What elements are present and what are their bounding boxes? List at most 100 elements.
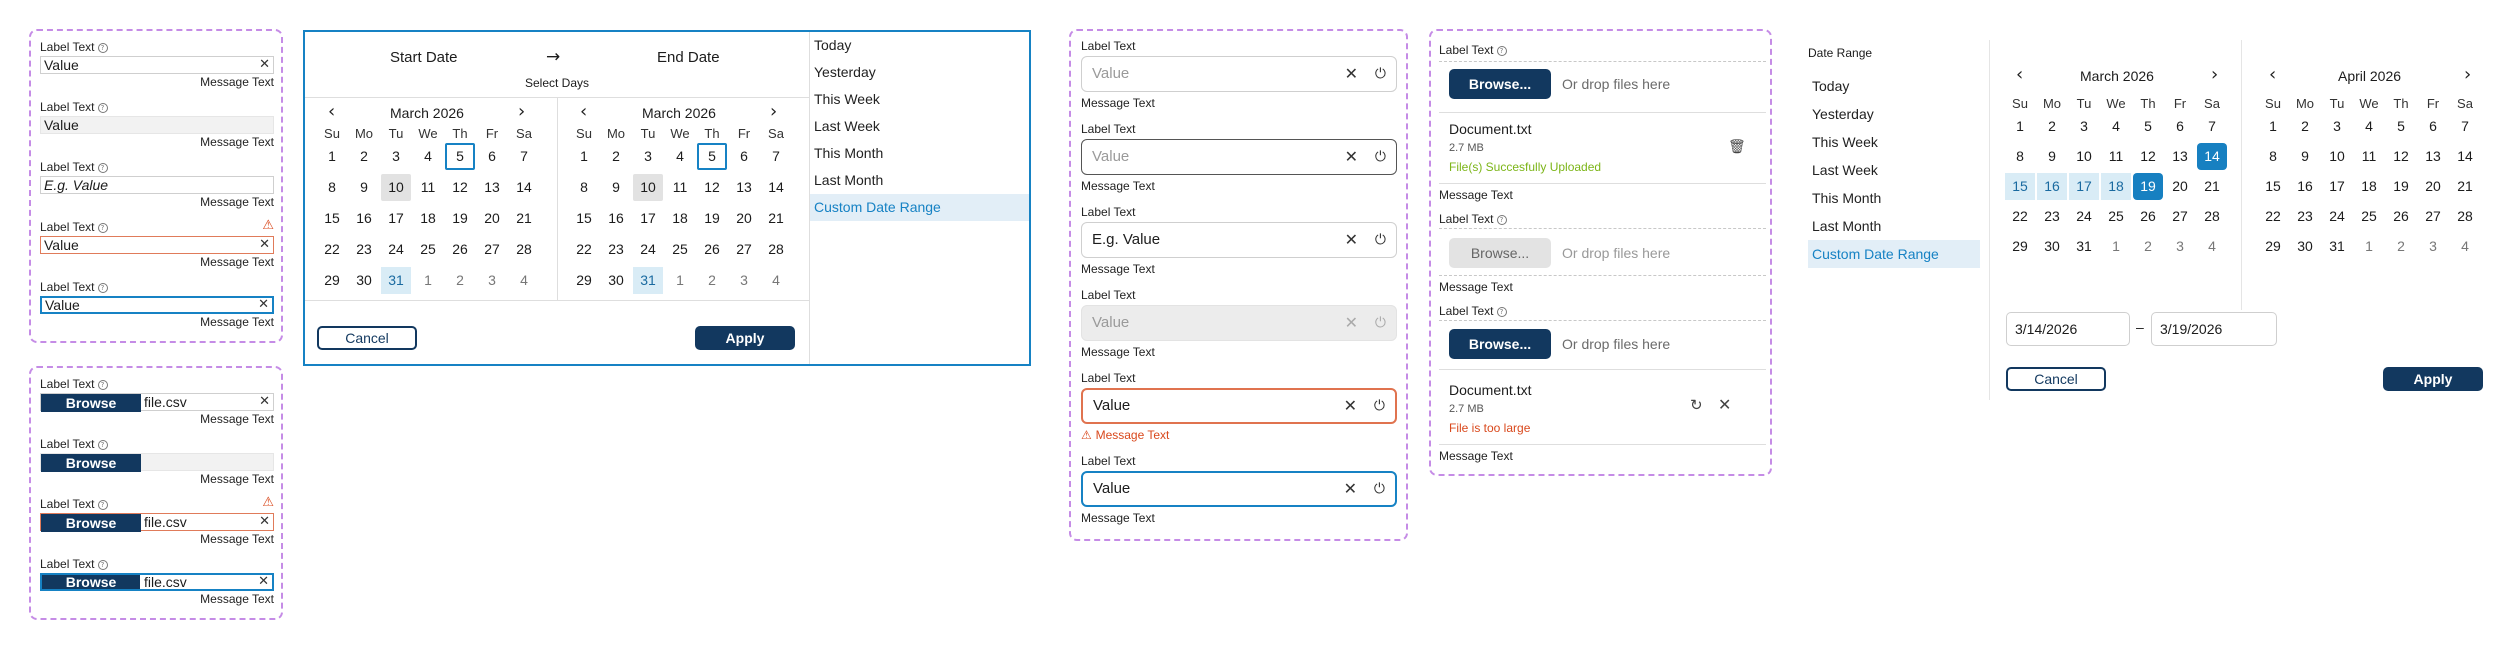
calendar-day[interactable]: 20 <box>729 205 759 232</box>
clear-icon[interactable]: ✕ <box>258 298 269 312</box>
browse-button[interactable]: Browse <box>41 514 141 532</box>
calendar-day[interactable]: 23 <box>349 236 379 263</box>
calendar-day[interactable]: 3 <box>633 143 663 170</box>
calendar-day[interactable]: 17 <box>2069 173 2099 200</box>
calendar-day[interactable]: 31 <box>633 267 663 294</box>
calendar-day[interactable]: 26 <box>2133 203 2163 230</box>
calendar-day[interactable]: 10 <box>381 174 411 201</box>
power-icon[interactable]: ⏻ <box>1375 140 1386 174</box>
calendar-day[interactable]: 4 <box>2450 233 2480 260</box>
calendar-day[interactable]: 1 <box>569 143 599 170</box>
calendar-day[interactable]: 30 <box>349 267 379 294</box>
calendar-day[interactable]: 6 <box>2418 113 2448 140</box>
calendar-day[interactable]: 11 <box>2101 143 2131 170</box>
quick-range-item[interactable]: This Week <box>1808 128 1980 156</box>
calendar-day[interactable]: 28 <box>761 236 791 263</box>
file-input[interactable]: Browse file.csv ✕ <box>40 393 274 412</box>
calendar-day[interactable]: 6 <box>729 143 759 170</box>
clear-icon[interactable]: ✕ <box>1344 473 1357 505</box>
quick-range-item[interactable]: Last Week <box>1808 156 1980 184</box>
calendar-day[interactable]: 3 <box>381 143 411 170</box>
help-icon[interactable]: ? <box>97 500 108 510</box>
start-date-input[interactable]: 3/14/2026 <box>2006 312 2130 346</box>
chevron-right-icon[interactable]: › <box>2464 64 2471 85</box>
calendar-day[interactable]: 30 <box>2290 233 2320 260</box>
calendar-day[interactable]: 19 <box>697 205 727 232</box>
calendar-day[interactable]: 28 <box>509 236 539 263</box>
text-input-placeholder[interactable]: E.g. Value <box>40 176 274 194</box>
calendar-day[interactable]: 5 <box>2133 113 2163 140</box>
clear-icon[interactable]: ✕ <box>259 237 270 253</box>
calendar-day[interactable]: 7 <box>2197 113 2227 140</box>
quick-range-item[interactable]: This Month <box>1808 184 1980 212</box>
quick-range-item[interactable]: Yesterday <box>810 59 1029 86</box>
calendar-day[interactable]: 16 <box>2290 173 2320 200</box>
help-icon[interactable]: ? <box>97 163 108 173</box>
calendar-day[interactable]: 17 <box>381 205 411 232</box>
calendar-day[interactable]: 19 <box>2386 173 2416 200</box>
calendar-day[interactable]: 11 <box>413 174 443 201</box>
calendar-day[interactable]: 6 <box>2165 113 2195 140</box>
chevron-left-icon[interactable]: ‹ <box>328 101 335 122</box>
calendar-day[interactable]: 2 <box>697 267 727 294</box>
power-icon[interactable]: ⏻ <box>1375 306 1386 340</box>
calendar-day[interactable]: 22 <box>2005 203 2035 230</box>
quick-range-item[interactable]: This Week <box>810 86 1029 113</box>
calendar-day[interactable]: 1 <box>2101 233 2131 260</box>
clear-icon[interactable]: ✕ <box>259 57 270 73</box>
calendar-day[interactable]: 3 <box>2069 113 2099 140</box>
calendar-day[interactable]: 17 <box>633 205 663 232</box>
calendar-day[interactable]: 15 <box>317 205 347 232</box>
browse-button[interactable]: Browse... <box>1449 69 1551 99</box>
browse-button[interactable]: Browse... <box>1449 329 1551 359</box>
calendar-day[interactable]: 5 <box>445 143 475 170</box>
calendar-day[interactable]: 14 <box>509 174 539 201</box>
calendar-day[interactable]: 9 <box>601 174 631 201</box>
calendar-day[interactable]: 15 <box>569 205 599 232</box>
quick-range-item[interactable]: Today <box>810 32 1029 59</box>
clear-icon[interactable]: ✕ <box>1345 140 1358 174</box>
calendar-day[interactable]: 4 <box>761 267 791 294</box>
calendar-day[interactable]: 29 <box>2258 233 2288 260</box>
text-field-hover[interactable]: Value ✕ ⏻ <box>1081 139 1397 175</box>
calendar-day[interactable]: 21 <box>761 205 791 232</box>
clear-icon[interactable]: ✕ <box>1345 306 1358 340</box>
calendar-day[interactable]: 1 <box>2354 233 2384 260</box>
calendar-day[interactable]: 16 <box>2037 173 2067 200</box>
calendar-day[interactable]: 16 <box>349 205 379 232</box>
calendar-day[interactable]: 21 <box>509 205 539 232</box>
calendar-day[interactable]: 31 <box>2069 233 2099 260</box>
calendar-day[interactable]: 2 <box>349 143 379 170</box>
calendar-day[interactable]: 15 <box>2258 173 2288 200</box>
calendar-day[interactable]: 20 <box>477 205 507 232</box>
calendar-day[interactable]: 13 <box>2165 143 2195 170</box>
file-input-error[interactable]: Browse file.csv ✕ <box>40 513 274 532</box>
calendar-day[interactable]: 11 <box>665 174 695 201</box>
calendar-day[interactable]: 4 <box>665 143 695 170</box>
quick-range-item[interactable]: Last Month <box>810 167 1029 194</box>
calendar-day[interactable]: 25 <box>2354 203 2384 230</box>
calendar-day[interactable]: 18 <box>413 205 443 232</box>
power-icon[interactable]: ⏻ <box>1375 223 1386 257</box>
calendar-day[interactable]: 29 <box>569 267 599 294</box>
calendar-day[interactable]: 25 <box>665 236 695 263</box>
calendar-day[interactable]: 4 <box>2101 113 2131 140</box>
calendar-day[interactable]: 20 <box>2165 173 2195 200</box>
calendar-day[interactable]: 12 <box>445 174 475 201</box>
text-field-focused[interactable]: Value ✕ ⏻ <box>1081 471 1397 507</box>
calendar-day[interactable]: 21 <box>2450 173 2480 200</box>
calendar-day[interactable]: 18 <box>2354 173 2384 200</box>
calendar-day[interactable]: 19 <box>2133 173 2163 200</box>
calendar-day[interactable]: 10 <box>633 174 663 201</box>
browse-button[interactable]: Browse <box>41 394 141 412</box>
calendar-day[interactable]: 4 <box>2354 113 2384 140</box>
calendar-day[interactable]: 3 <box>477 267 507 294</box>
calendar-day[interactable]: 3 <box>2322 113 2352 140</box>
browse-button[interactable]: Browse <box>42 575 140 589</box>
calendar-day[interactable]: 2 <box>445 267 475 294</box>
calendar-day[interactable]: 2 <box>2037 113 2067 140</box>
calendar-day[interactable]: 25 <box>2101 203 2131 230</box>
calendar-day[interactable]: 4 <box>509 267 539 294</box>
file-input-empty[interactable]: Browse <box>40 453 274 472</box>
calendar-day[interactable]: 23 <box>2037 203 2067 230</box>
